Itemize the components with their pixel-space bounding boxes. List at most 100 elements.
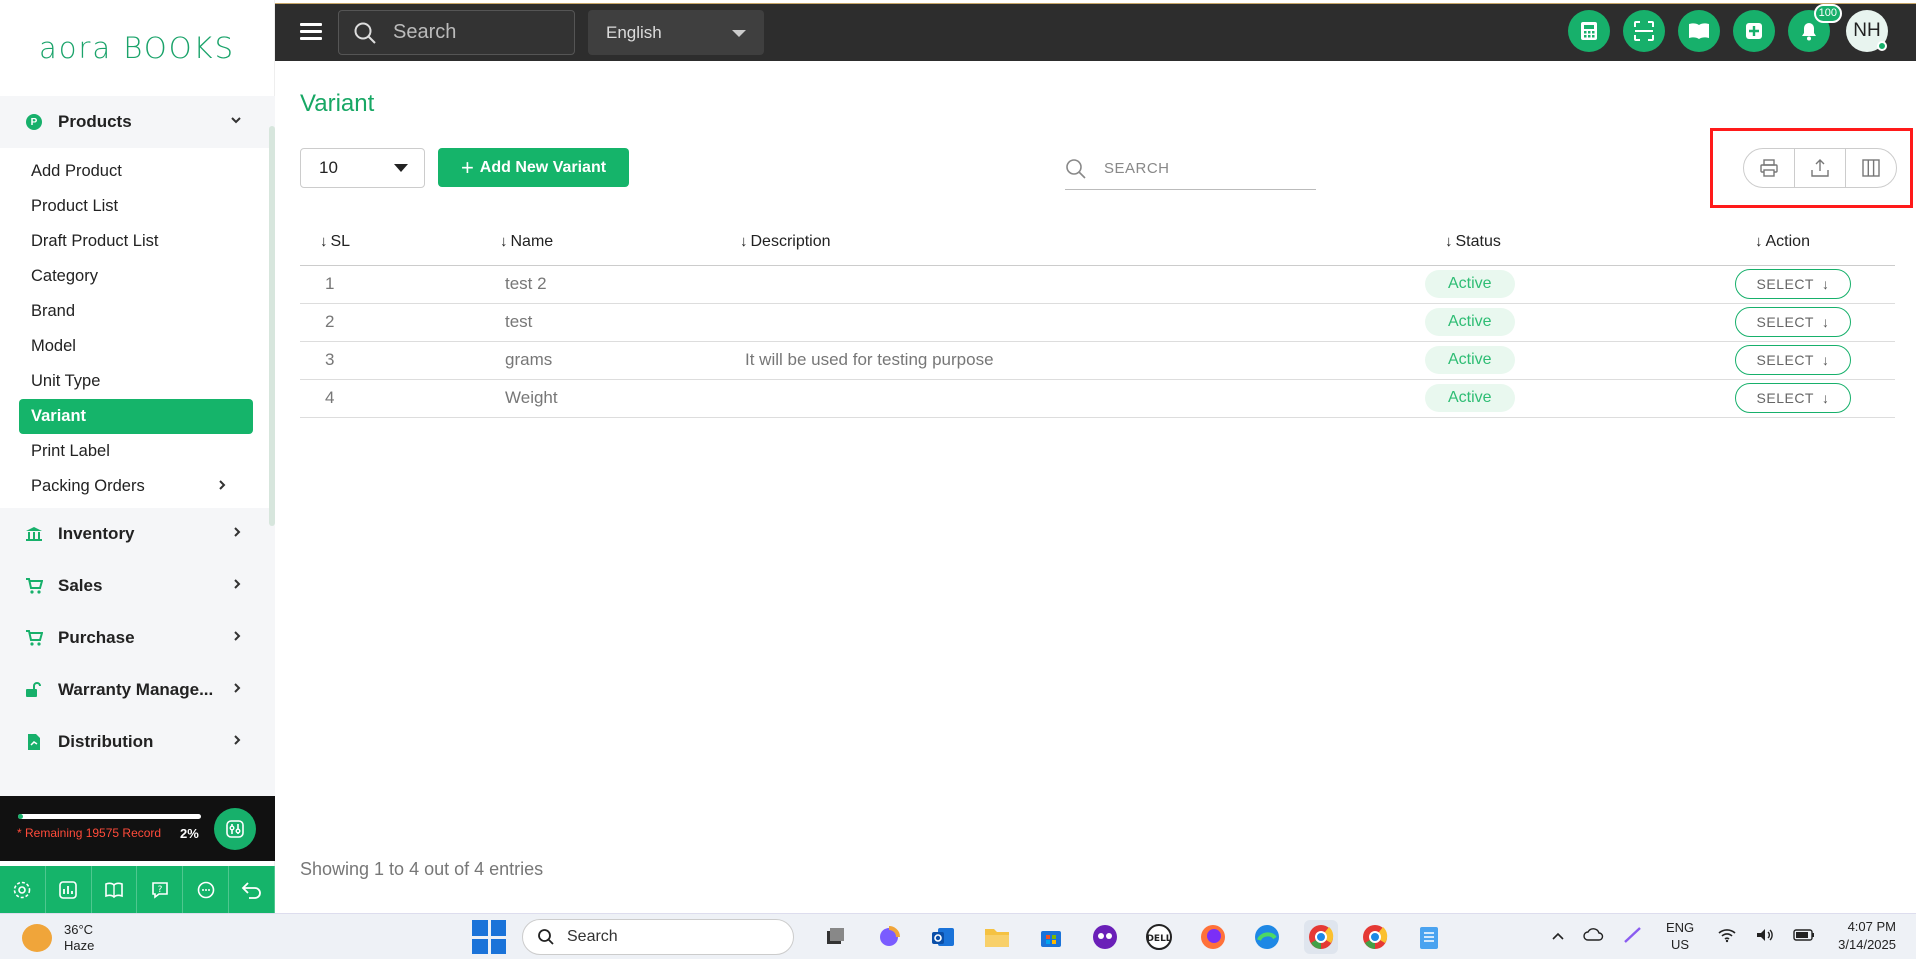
weather-widget[interactable]: 36°C Haze	[22, 922, 94, 954]
copilot-icon[interactable]	[872, 920, 906, 954]
windows-start-icon[interactable]	[472, 920, 506, 954]
sidebar-item-label: Packing Orders	[31, 477, 145, 495]
chart-icon[interactable]	[46, 866, 92, 913]
sidebar-item-unit-type[interactable]: Unit Type	[0, 364, 275, 399]
chat-icon[interactable]	[183, 866, 230, 913]
menu-icon[interactable]	[300, 23, 322, 44]
scan-icon	[1634, 21, 1654, 41]
columns-button[interactable]	[1845, 149, 1896, 187]
taskbar-search[interactable]: Search	[522, 919, 794, 955]
calculator-button[interactable]	[1568, 10, 1610, 52]
cell-description	[720, 379, 1425, 418]
nav-group-purchase[interactable]: Purchase	[0, 612, 275, 664]
select-action-button[interactable]: SELECT ↓	[1735, 345, 1851, 375]
notepad-icon[interactable]	[1412, 920, 1446, 954]
nav-group-distribution[interactable]: Distribution	[0, 716, 275, 768]
app-logo[interactable]: aora BOOKS	[0, 0, 274, 96]
cell-action: SELECT ↓	[1735, 265, 1895, 304]
column-header-name[interactable]: ↓ Name	[480, 220, 720, 266]
taskbar-search-label: Search	[567, 928, 618, 945]
cart-icon	[25, 629, 43, 647]
nav-group-products[interactable]: P Products	[0, 96, 275, 148]
chrome-profile-icon[interactable]	[1358, 920, 1392, 954]
sidebar-item-draft-product-list[interactable]: Draft Product List	[0, 224, 275, 259]
lang-code: ENG	[1665, 920, 1695, 935]
select-action-button[interactable]: SELECT ↓	[1735, 269, 1851, 299]
settings-icon[interactable]	[0, 866, 46, 913]
sidebar-item-packing-orders[interactable]: Packing Orders	[0, 469, 275, 504]
input-language[interactable]: ENG US	[1666, 919, 1694, 953]
column-header-sl[interactable]: ↓ SL	[300, 220, 480, 266]
select-action-button[interactable]: SELECT ↓	[1735, 383, 1851, 413]
add-new-variant-button[interactable]: + Add New Variant	[438, 148, 629, 187]
search-icon	[1066, 158, 1086, 179]
column-header-description[interactable]: ↓ Description	[720, 220, 1425, 266]
language-select[interactable]: English	[588, 10, 764, 55]
sidebar-item-add-product[interactable]: Add Product	[0, 154, 275, 189]
notifications-button[interactable]: 100	[1788, 4, 1842, 52]
dell-icon[interactable]: DELL	[1142, 920, 1176, 954]
sidebar-item-variant[interactable]: Variant	[19, 399, 253, 434]
table-header-row: ↓ SL ↓ Name ↓ Description ↓ Status ↓ Action	[300, 220, 1895, 266]
store-icon[interactable]	[1034, 920, 1068, 954]
nav-group-sales[interactable]: Sales	[0, 560, 275, 612]
sidebar-item-product-list[interactable]: Product List	[0, 189, 275, 224]
help-icon[interactable]: ?	[137, 866, 184, 913]
column-header-action[interactable]: ↓ Action	[1735, 220, 1895, 266]
chevron-right-icon	[232, 525, 242, 543]
edge-icon[interactable]	[1250, 920, 1284, 954]
sidebar-item-category[interactable]: Category	[0, 259, 275, 294]
user-initials: NH	[1853, 20, 1881, 41]
svg-text:DELL: DELL	[1146, 934, 1171, 944]
volume-icon[interactable]	[1755, 927, 1775, 946]
notification-count-badge: 100	[1813, 4, 1842, 23]
firefox-icon[interactable]	[1196, 920, 1230, 954]
column-header-label: SL	[330, 233, 351, 251]
select-action-button[interactable]: SELECT ↓	[1735, 307, 1851, 337]
column-header-label: Action	[1765, 233, 1810, 251]
battery-icon[interactable]	[1793, 928, 1815, 945]
global-search[interactable]	[338, 10, 575, 55]
table-search[interactable]	[1065, 148, 1316, 190]
add-button[interactable]	[1733, 10, 1775, 52]
nav-group-warranty[interactable]: Warranty Manage...	[0, 664, 275, 716]
nav-group-inventory[interactable]: Inventory	[0, 508, 275, 560]
pen-icon[interactable]	[1623, 926, 1643, 947]
sort-arrow-icon: ↓	[500, 233, 508, 251]
guide-book-icon[interactable]	[92, 866, 138, 913]
chrome-icon[interactable]	[1304, 920, 1338, 954]
onedrive-icon[interactable]	[1583, 927, 1605, 945]
search-input[interactable]	[393, 21, 553, 44]
task-view-icon[interactable]	[818, 920, 852, 954]
upgrade-button[interactable]	[214, 808, 256, 850]
sidebar-item-brand[interactable]: Brand	[0, 294, 275, 329]
cart-icon	[25, 577, 43, 595]
cell-action: SELECT ↓	[1735, 379, 1895, 418]
file-explorer-icon[interactable]	[980, 920, 1014, 954]
record-usage-panel: * Remaining 19575 Record 2%	[0, 796, 275, 861]
table-row: 4 Weight Active SELECT ↓	[300, 379, 1895, 418]
arrow-down-icon: ↓	[1821, 276, 1830, 292]
table-search-input[interactable]	[1104, 160, 1304, 177]
ledger-button[interactable]	[1678, 10, 1720, 52]
user-avatar[interactable]: NH	[1846, 10, 1888, 52]
chevron-up-icon[interactable]	[1551, 929, 1565, 944]
export-button[interactable]	[1794, 149, 1845, 187]
outlook-icon[interactable]	[926, 920, 960, 954]
select-label: SELECT	[1756, 314, 1814, 330]
sidebar-item-model[interactable]: Model	[0, 329, 275, 364]
clock[interactable]: 4:07 PM 3/14/2025	[1838, 918, 1896, 954]
unlock-icon	[25, 681, 43, 699]
per-page-select[interactable]: 10	[300, 148, 425, 188]
clock-date: 3/14/2025	[1838, 937, 1896, 952]
sidebar: aora BOOKS P Products Add Product Produc…	[0, 0, 275, 913]
wifi-icon[interactable]	[1717, 927, 1737, 946]
column-header-status[interactable]: ↓ Status	[1425, 220, 1735, 266]
back-icon[interactable]	[229, 866, 275, 913]
print-button[interactable]	[1744, 149, 1794, 187]
cell-name: grams	[480, 341, 720, 380]
vpn-icon[interactable]	[1088, 920, 1122, 954]
record-percent: 2%	[180, 826, 199, 841]
sidebar-item-print-label[interactable]: Print Label	[0, 434, 275, 469]
scan-button[interactable]	[1623, 10, 1665, 52]
